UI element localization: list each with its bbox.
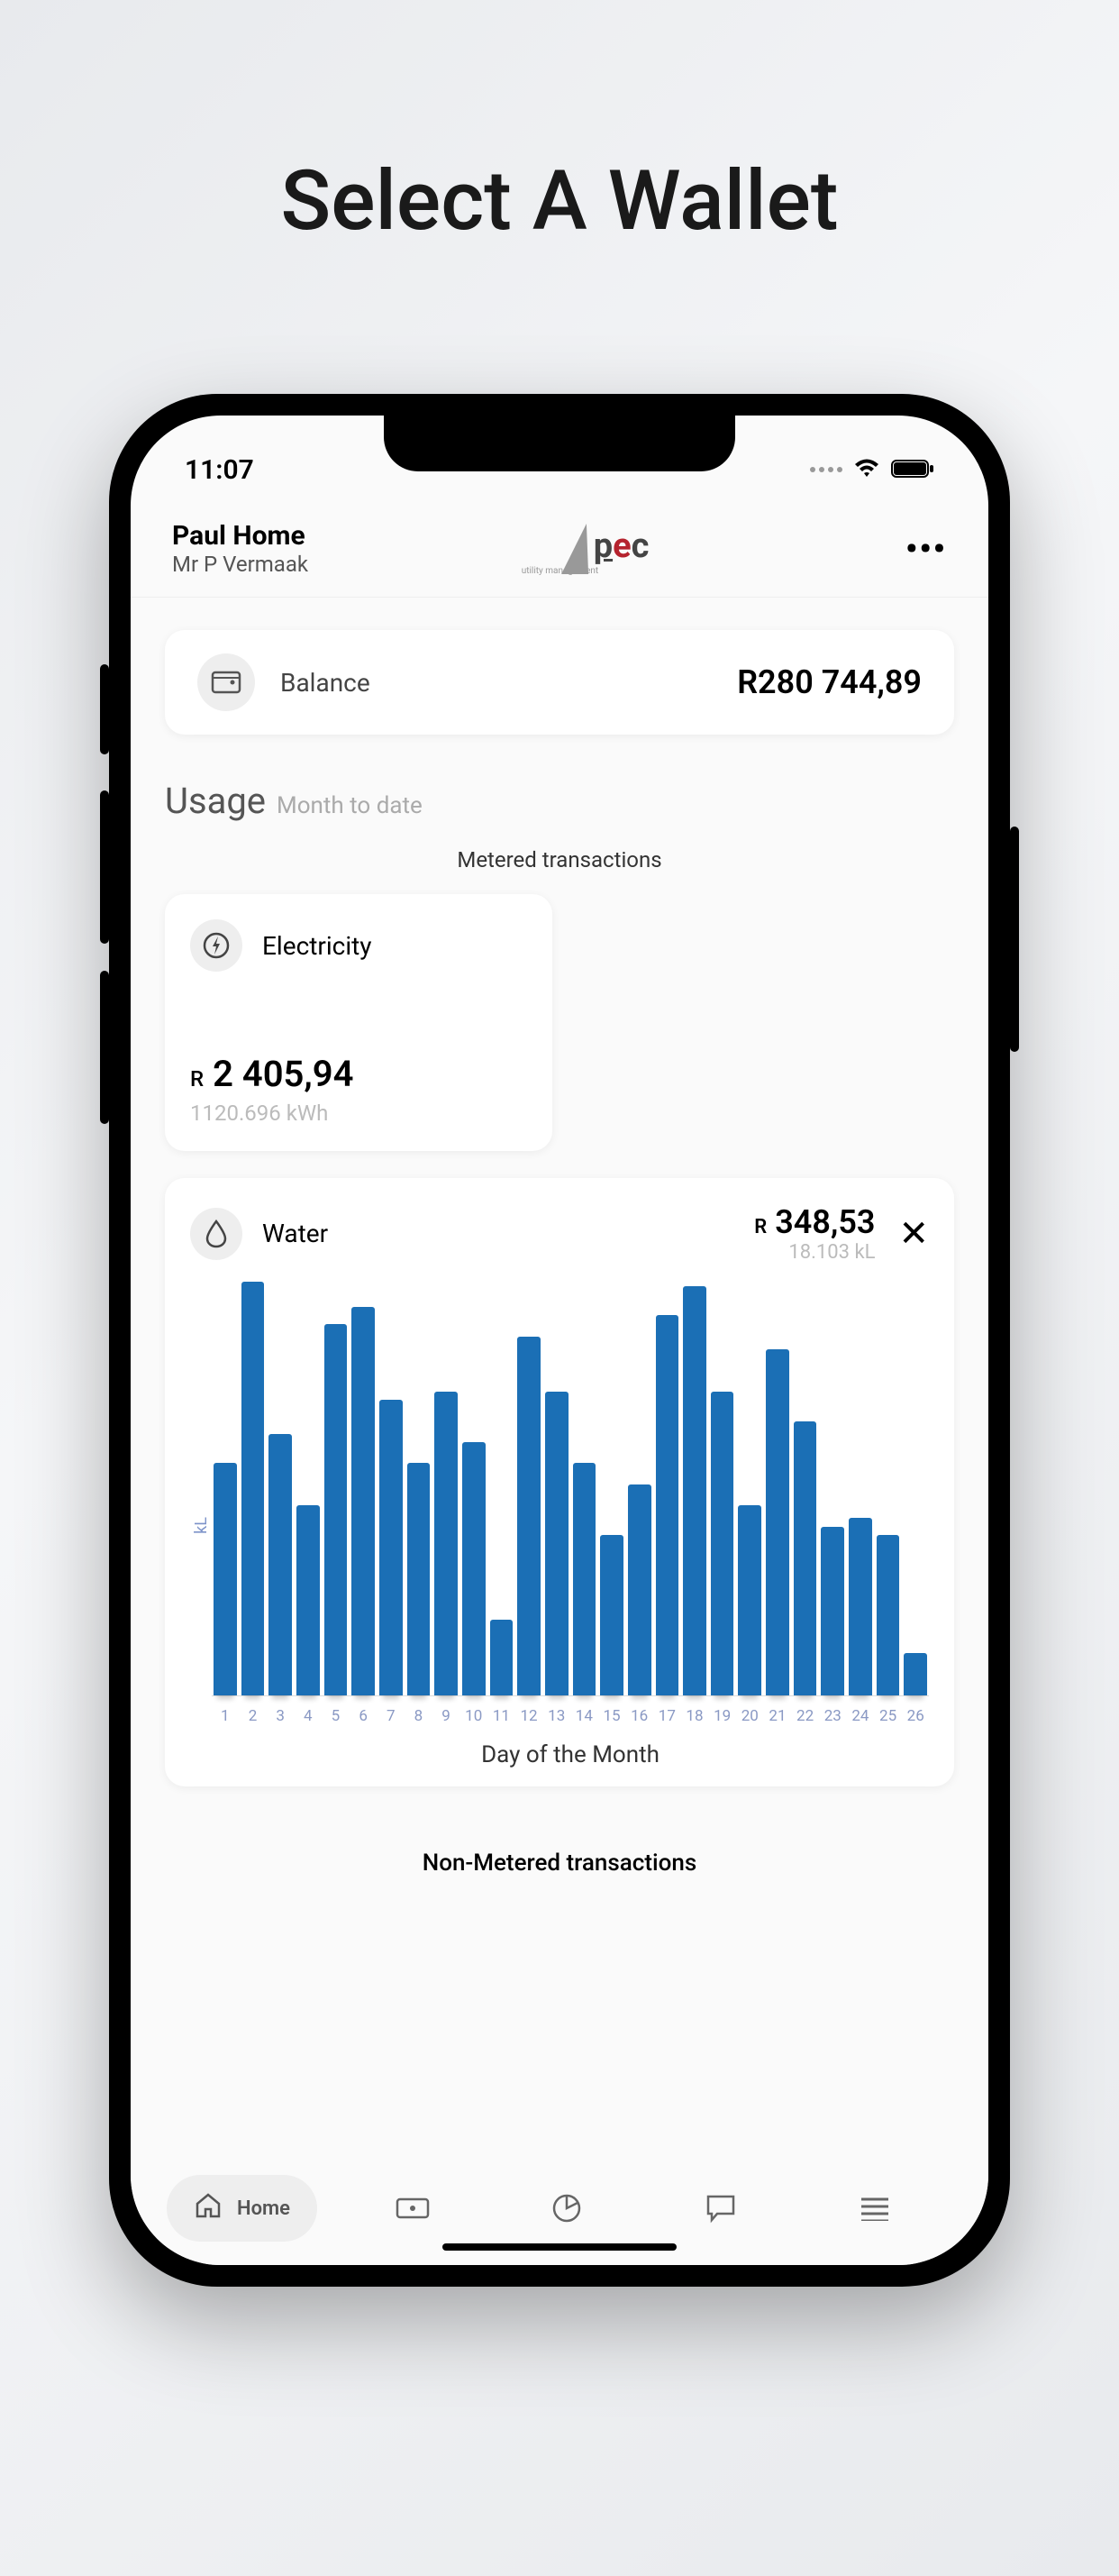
promo-title: Select A Wallet bbox=[0, 153, 1119, 250]
balance-label: Balance bbox=[280, 668, 712, 698]
battery-icon bbox=[891, 454, 934, 486]
chart-xtick: 17 bbox=[656, 1707, 679, 1725]
balance-card[interactable]: Balance R280 744,89 bbox=[165, 630, 954, 735]
electricity-icon bbox=[190, 919, 242, 972]
chart-xtick: 24 bbox=[849, 1707, 872, 1725]
chart-bar[interactable] bbox=[877, 1535, 900, 1695]
wallet-icon bbox=[197, 653, 255, 711]
nav-wallet-button[interactable] bbox=[393, 2188, 432, 2228]
app-header: Paul Home Mr P Vermaak pec utility manag… bbox=[131, 497, 988, 598]
electricity-amount: R 2 405,94 bbox=[190, 1053, 527, 1095]
water-chart: kL 1234567891011121314151617181920212223… bbox=[190, 1282, 929, 1768]
usage-title: Usage bbox=[165, 780, 266, 822]
chart-xtick: 7 bbox=[379, 1707, 403, 1725]
chart-bar[interactable] bbox=[766, 1349, 789, 1695]
close-icon[interactable]: ✕ bbox=[898, 1212, 929, 1255]
water-units: 18.103 kL bbox=[754, 1241, 875, 1264]
status-time: 11:07 bbox=[185, 454, 254, 486]
chart-xtick: 16 bbox=[628, 1707, 651, 1725]
chart-xtick: 1 bbox=[214, 1707, 237, 1725]
chart-xtick: 5 bbox=[324, 1707, 348, 1725]
nav-menu-button[interactable] bbox=[855, 2188, 895, 2228]
chart-xlabel: Day of the Month bbox=[212, 1741, 929, 1768]
electricity-label: Electricity bbox=[262, 931, 372, 961]
cellular-icon bbox=[810, 467, 842, 472]
chart-bar[interactable] bbox=[268, 1434, 292, 1695]
chart-xtick: 23 bbox=[821, 1707, 844, 1725]
chart-xtick: 18 bbox=[683, 1707, 706, 1725]
chart-xtick: 26 bbox=[904, 1707, 927, 1725]
nav-usage-button[interactable] bbox=[547, 2188, 587, 2228]
chart-bar[interactable] bbox=[517, 1337, 541, 1695]
chart-ylabel: kL bbox=[191, 1517, 210, 1534]
brand-logo: pec utility management bbox=[565, 524, 650, 574]
chart-bar[interactable] bbox=[573, 1463, 596, 1695]
more-menu-button[interactable]: ••• bbox=[905, 530, 947, 568]
chart-bar[interactable] bbox=[683, 1286, 706, 1695]
chart-bar[interactable] bbox=[434, 1392, 458, 1695]
chart-xtick: 21 bbox=[766, 1707, 789, 1725]
notch bbox=[384, 416, 735, 471]
chart-bar[interactable] bbox=[545, 1392, 569, 1695]
chart-xtick: 12 bbox=[517, 1707, 541, 1725]
chart-xtick: 6 bbox=[351, 1707, 375, 1725]
electricity-card[interactable]: Electricity R 2 405,94 1120.696 kWh bbox=[165, 894, 552, 1151]
chart-bar[interactable] bbox=[904, 1653, 927, 1695]
chart-xtick: 10 bbox=[462, 1707, 486, 1725]
chart-bar[interactable] bbox=[656, 1315, 679, 1695]
chart-bar[interactable] bbox=[821, 1527, 844, 1695]
chart-xtick: 8 bbox=[407, 1707, 431, 1725]
phone-frame: 11:07 Paul Home Mr P Vermaak pec bbox=[109, 394, 1010, 2287]
chart-xtick: 19 bbox=[711, 1707, 734, 1725]
home-icon bbox=[194, 2191, 223, 2225]
chart-xtick: 25 bbox=[877, 1707, 900, 1725]
chart-bar[interactable] bbox=[794, 1421, 817, 1695]
chart-xtick: 14 bbox=[573, 1707, 596, 1725]
chart-xtick: 22 bbox=[794, 1707, 817, 1725]
home-indicator[interactable] bbox=[442, 2243, 677, 2251]
owner-name: Mr P Vermaak bbox=[172, 552, 308, 577]
chart-xtick: 4 bbox=[296, 1707, 320, 1725]
chart-bar[interactable] bbox=[241, 1282, 265, 1695]
nonmetered-section-label: Non-Metered transactions bbox=[165, 1850, 954, 1877]
chart-xtick: 2 bbox=[241, 1707, 265, 1725]
nav-chat-button[interactable] bbox=[701, 2188, 741, 2228]
chart-xtick: 11 bbox=[490, 1707, 514, 1725]
chart-bar[interactable] bbox=[324, 1324, 348, 1695]
chart-xtick: 3 bbox=[268, 1707, 292, 1725]
water-icon bbox=[190, 1208, 242, 1260]
balance-amount: R280 744,89 bbox=[737, 663, 922, 701]
usage-subtitle: Month to date bbox=[277, 792, 423, 819]
chart-xtick: 9 bbox=[434, 1707, 458, 1725]
water-card: Water R 348,53 18.103 kL ✕ kL 1234567891… bbox=[165, 1178, 954, 1786]
chart-bar[interactable] bbox=[296, 1505, 320, 1695]
chart-xtick: 15 bbox=[600, 1707, 623, 1725]
water-amount: R 348,53 bbox=[754, 1203, 875, 1241]
water-label: Water bbox=[262, 1219, 328, 1248]
chart-bar[interactable] bbox=[600, 1535, 623, 1695]
wifi-icon bbox=[853, 454, 880, 486]
chart-bar[interactable] bbox=[849, 1518, 872, 1695]
chart-bar[interactable] bbox=[738, 1505, 761, 1695]
nav-home-label: Home bbox=[237, 2197, 290, 2220]
chart-bar[interactable] bbox=[379, 1400, 403, 1695]
nav-home-button[interactable]: Home bbox=[167, 2175, 317, 2242]
chart-bar[interactable] bbox=[407, 1463, 431, 1695]
chart-xtick: 13 bbox=[545, 1707, 569, 1725]
chart-bar[interactable] bbox=[214, 1463, 237, 1695]
chart-bar[interactable] bbox=[711, 1392, 734, 1695]
chart-bar[interactable] bbox=[628, 1484, 651, 1695]
chart-xtick: 20 bbox=[738, 1707, 761, 1725]
metered-section-label: Metered transactions bbox=[165, 847, 954, 872]
wallet-name: Paul Home bbox=[172, 520, 308, 552]
chart-bar[interactable] bbox=[351, 1307, 375, 1695]
chart-bar[interactable] bbox=[462, 1442, 486, 1695]
electricity-units: 1120.696 kWh bbox=[190, 1101, 527, 1126]
chart-bar[interactable] bbox=[490, 1620, 514, 1695]
